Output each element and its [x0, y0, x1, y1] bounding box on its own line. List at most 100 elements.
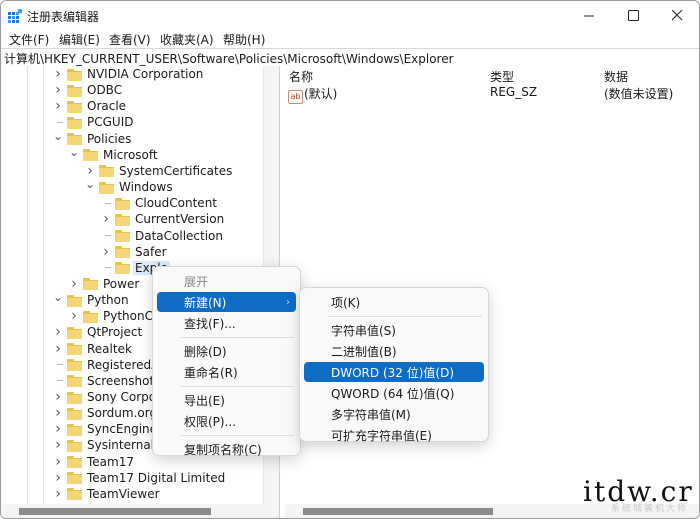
tree-node[interactable]: › Safer: [101, 244, 169, 260]
submenu-item[interactable]: 可扩充字符串值(E): [304, 425, 484, 445]
chevron-right-icon[interactable]: ›: [53, 454, 63, 470]
folder-icon: [67, 423, 82, 436]
submenu-item-label: 可扩充字符串值(E): [331, 428, 432, 443]
tree-node[interactable]: › Power: [69, 276, 141, 292]
folder-icon: [115, 213, 130, 226]
chevron-right-icon[interactable]: ›: [53, 405, 63, 421]
tree-node[interactable]: › Sony Corpor: [53, 389, 163, 405]
tree-node[interactable]: › SystemCertificates: [85, 163, 234, 179]
tree-node[interactable]: DataCollection: [101, 228, 225, 244]
tree-node[interactable]: PCGUID: [53, 114, 135, 130]
tree-node[interactable]: CloudContent: [101, 195, 219, 211]
context-menu-item[interactable]: 复制项名称(C): [157, 439, 296, 459]
chevron-right-icon[interactable]: ›: [53, 82, 63, 98]
tree-node[interactable]: › SyncEngines: [53, 421, 165, 437]
chevron-right-icon[interactable]: ›: [53, 389, 63, 405]
column-header-type[interactable]: 类型: [490, 68, 514, 85]
context-menu-item[interactable]: 删除(D): [157, 341, 296, 361]
chevron-right-icon[interactable]: ›: [69, 308, 79, 324]
chevron-right-icon[interactable]: ›: [53, 470, 63, 486]
submenu-arrow-icon: ›: [286, 296, 290, 308]
tree-node[interactable]: ⌄ Windows: [85, 176, 175, 195]
tree-connector: [101, 260, 111, 276]
submenu-item[interactable]: 项(K): [304, 292, 484, 312]
chevron-right-icon[interactable]: ›: [53, 324, 63, 340]
folder-icon: [115, 262, 130, 275]
tree-node[interactable]: › PythonCo: [69, 308, 162, 324]
address-path[interactable]: 计算机\HKEY_CURRENT_USER\Software\Policies\…: [4, 50, 454, 67]
chevron-right-icon[interactable]: ›: [53, 486, 63, 502]
chevron-down-icon[interactable]: ⌄: [53, 128, 63, 144]
tree-node-label: PCGUID: [87, 115, 134, 130]
submenu-item-label: DWORD (32 位)值(D): [331, 365, 454, 380]
chevron-right-icon[interactable]: ›: [101, 211, 111, 227]
tree-node[interactable]: › CurrentVersion: [101, 211, 226, 227]
tree-node-label: Team17 Digital Limited: [87, 470, 226, 485]
submenu-item[interactable]: 多字符串值(M): [304, 404, 484, 424]
menu-help[interactable]: 帮助(H): [223, 31, 265, 48]
menu-favorites[interactable]: 收藏夹(A): [160, 31, 214, 48]
folder-icon: [115, 197, 130, 210]
tree-node[interactable]: › Team17: [53, 454, 136, 470]
context-menu-item[interactable]: 新建(N) ›: [157, 292, 296, 312]
tree-node-label: Oracle: [87, 99, 127, 114]
column-header-data[interactable]: 数据: [604, 68, 628, 85]
close-button[interactable]: [655, 1, 699, 29]
chevron-right-icon[interactable]: ›: [53, 437, 63, 453]
maximize-button[interactable]: [611, 1, 655, 29]
context-menu-item[interactable]: 导出(E): [157, 390, 296, 410]
context-menu-item[interactable]: 查找(F)...: [157, 313, 296, 333]
context-menu-item[interactable]: 权限(P)...: [157, 411, 296, 431]
column-header-name[interactable]: 名称: [289, 68, 313, 85]
folder-icon: [115, 230, 130, 242]
context-menu-item[interactable]: 重命名(R): [157, 362, 296, 382]
submenu-item[interactable]: DWORD (32 位)值(D): [304, 362, 484, 382]
menu-file[interactable]: 文件(F): [9, 31, 49, 48]
chevron-right-icon[interactable]: ›: [53, 66, 63, 82]
submenu-item[interactable]: QWORD (64 位)值(Q): [304, 383, 484, 403]
folder-icon: [83, 149, 98, 162]
tree-node[interactable]: › Realtek: [53, 341, 134, 357]
tree-node-label: Sordum.org: [87, 406, 158, 421]
folder-icon: [83, 278, 98, 291]
address-bar[interactable]: 计算机\HKEY_CURRENT_USER\Software\Policies\…: [1, 48, 699, 67]
chevron-right-icon[interactable]: ›: [69, 276, 79, 292]
folder-icon: [67, 133, 82, 146]
folder-icon: [67, 472, 82, 485]
tree-node[interactable]: › Sordum.org: [53, 405, 159, 421]
tree-node[interactable]: › Oracle: [53, 98, 128, 114]
folder-icon: [115, 246, 130, 259]
chevron-down-icon[interactable]: ⌄: [85, 176, 95, 192]
list-scroll-thumb[interactable]: [303, 508, 493, 515]
menu-edit[interactable]: 编辑(E): [59, 31, 100, 48]
tree-horizontal-scrollbar[interactable]: [1, 504, 279, 518]
tree-node[interactable]: ⌄ Microsoft: [69, 144, 160, 163]
chevron-right-icon[interactable]: ›: [101, 244, 111, 260]
chevron-right-icon[interactable]: ›: [53, 341, 63, 357]
menu-view[interactable]: 查看(V): [109, 31, 151, 48]
tree-scroll-thumb[interactable]: [19, 508, 211, 515]
folder-icon: [67, 100, 82, 113]
tree-node[interactable]: › NVIDIA Corporation: [53, 66, 205, 82]
tree-node[interactable]: › ODBC: [53, 82, 124, 98]
submenu-item[interactable]: 二进制值(B): [304, 341, 484, 361]
tree-node[interactable]: ⌄ Policies: [53, 128, 133, 147]
tree-node-label: Realtek: [87, 341, 132, 356]
minimize-button[interactable]: [567, 1, 611, 29]
tree-node[interactable]: › Sysinternals: [53, 437, 162, 453]
chevron-down-icon[interactable]: ⌄: [69, 144, 79, 160]
submenu-item[interactable]: 字符串值(S): [304, 320, 484, 340]
tree-node-label: SystemCertificates: [119, 163, 233, 178]
folder-icon: [67, 407, 82, 420]
tree-node[interactable]: Screenshot S: [53, 373, 168, 389]
chevron-down-icon[interactable]: ⌄: [53, 289, 63, 305]
tree-connector: [53, 357, 63, 373]
tree-node[interactable]: › QtProject: [53, 324, 144, 340]
tree-node[interactable]: › Team17 Digital Limited: [53, 470, 227, 486]
chevron-right-icon[interactable]: ›: [53, 98, 63, 114]
tree-node-label: TeamViewer: [87, 486, 160, 501]
tree-node[interactable]: ⌄ Python: [53, 289, 131, 308]
chevron-right-icon[interactable]: ›: [53, 421, 63, 437]
tree-node[interactable]: › TeamViewer: [53, 486, 162, 502]
context-menu-item: 展开: [157, 271, 296, 291]
